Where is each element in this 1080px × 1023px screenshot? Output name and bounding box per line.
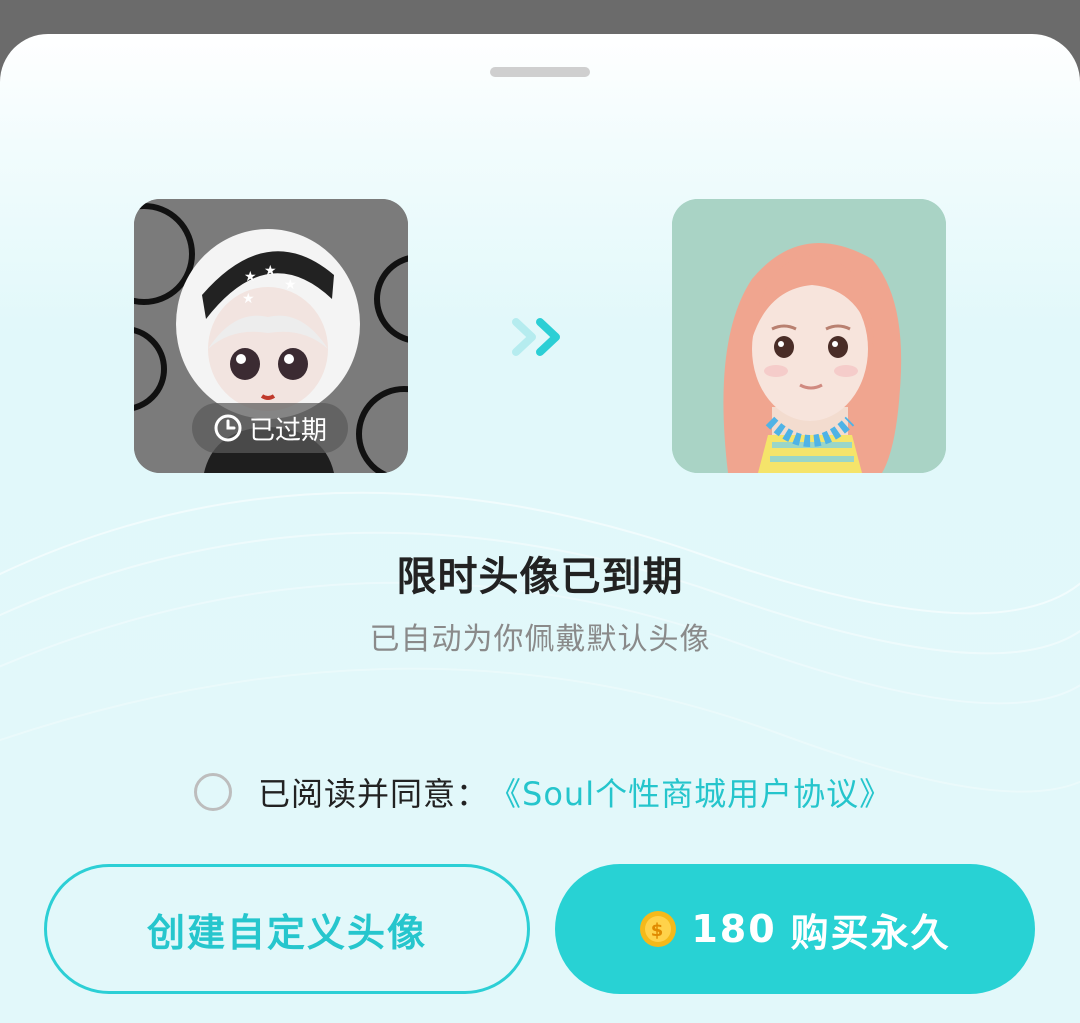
bottom-sheet: ★ ★ ★ ★ 已过期 限时头像已到期 已自动为你佩戴默认头像 已阅读并同意： …: [0, 34, 1080, 1023]
svg-text:★: ★: [284, 277, 297, 293]
create-custom-avatar-button[interactable]: 创建自定义头像: [44, 864, 530, 994]
expired-label: 已过期: [248, 415, 327, 446]
create-custom-avatar-label: 创建自定义头像: [146, 910, 427, 955]
agreement-checkbox[interactable]: [194, 773, 232, 811]
agreement-prefix: 已阅读并同意：: [258, 775, 490, 813]
page-title: 限时头像已到期: [396, 554, 684, 600]
buy-label: 购买永久: [790, 910, 951, 955]
svg-text:★: ★: [242, 291, 255, 307]
buy-amount: 180: [691, 907, 777, 951]
page-subtitle: 已自动为你佩戴默认头像: [369, 622, 711, 657]
clock-icon: [214, 414, 242, 442]
svg-text:★: ★: [244, 269, 257, 285]
agreement-row: 已阅读并同意： 《Soul个性商城用户协议》: [194, 770, 892, 814]
coin-icon: $: [640, 911, 677, 947]
expired-avatar: ★ ★ ★ ★ 已过期: [134, 199, 408, 473]
buy-permanent-button[interactable]: $ 180 购买永久: [555, 864, 1035, 994]
agreement-link[interactable]: 《Soul个性商城用户协议》: [489, 769, 892, 815]
svg-text:$: $: [651, 920, 666, 941]
svg-text:★: ★: [264, 263, 277, 279]
double-chevron-right-icon: [512, 318, 560, 356]
drag-handle[interactable]: [490, 67, 590, 77]
default-avatar-illustration: [672, 199, 946, 473]
expired-badge: 已过期: [192, 403, 348, 453]
default-avatar: [672, 199, 946, 473]
